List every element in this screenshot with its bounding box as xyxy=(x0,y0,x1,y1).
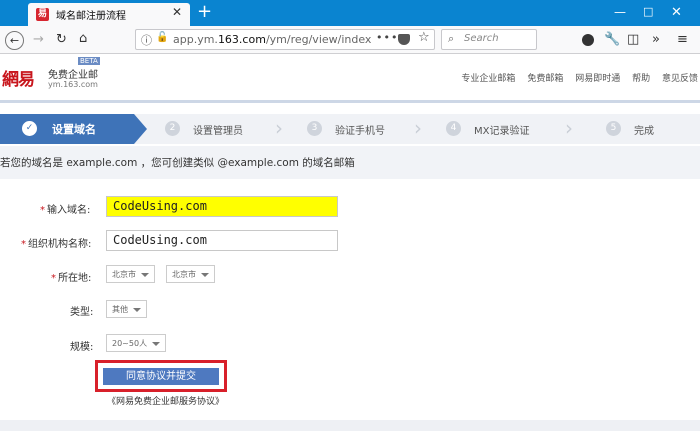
check-icon: ✓ xyxy=(22,121,37,136)
caret-down-icon xyxy=(152,341,161,346)
province-select[interactable]: 北京市 xyxy=(106,265,155,283)
sidebar-icon[interactable]: ◫ xyxy=(627,32,639,48)
step-number: 3 xyxy=(307,121,322,136)
step-label: 设置域名 xyxy=(52,123,96,136)
caret-down-icon xyxy=(141,272,149,277)
browser-tab[interactable]: 易 域名邮注册流程 ✕ xyxy=(28,3,190,26)
step-number: 4 xyxy=(446,121,461,136)
service-agreement-link[interactable]: 《网易免费企业邮服务协议》 xyxy=(107,394,224,407)
back-arrow-icon[interactable]: ← xyxy=(5,31,24,50)
location-label: * 所在地: xyxy=(51,273,92,284)
chevron-right-icon: › xyxy=(565,116,573,140)
chevron-right-icon: › xyxy=(414,116,422,140)
header-links: 专业企业邮箱 免费邮箱 网易即时通 帮助 意见反馈 xyxy=(452,71,698,84)
domain-label: * 输入域名: xyxy=(40,205,91,216)
url-text[interactable]: app.ym.163.com/ym/reg/view/index xyxy=(173,33,371,46)
forward-arrow-icon[interactable]: → xyxy=(33,32,44,48)
insecure-lock-icon[interactable]: 🔓 xyxy=(156,32,168,43)
step-label: 验证手机号 xyxy=(335,126,385,137)
beta-badge: BETA xyxy=(78,57,100,65)
site-header: 網易 BETA 免费企业邮 ym.163.com 专业企业邮箱 免费邮箱 网易即… xyxy=(0,55,700,100)
address-bar[interactable]: ⓘ 🔓 app.ym.163.com/ym/reg/view/index •••… xyxy=(135,29,435,50)
netease-logo[interactable]: 網易 xyxy=(2,65,35,90)
step-set-domain: ✓ 设置域名 xyxy=(0,114,147,144)
page-actions-icon[interactable]: ••• xyxy=(376,31,398,44)
search-input[interactable]: ⌕ Search xyxy=(441,29,537,50)
type-select[interactable]: 其他 xyxy=(106,300,147,318)
home-icon[interactable]: ⌂ xyxy=(79,31,87,47)
overflow-icon[interactable]: » xyxy=(652,32,660,48)
caret-down-icon xyxy=(133,307,141,312)
close-window-icon[interactable]: ✕ xyxy=(671,5,682,20)
domain-form xyxy=(0,179,700,431)
caret-down-icon xyxy=(201,272,209,277)
header-link-pro-mail[interactable]: 专业企业邮箱 xyxy=(461,74,515,84)
header-link-free-mail[interactable]: 免费邮箱 xyxy=(527,74,563,84)
submit-highlight-box: 同意协议并提交 xyxy=(95,360,227,392)
search-icon: ⌕ xyxy=(448,32,455,45)
search-placeholder: Search xyxy=(464,33,499,44)
logo-domain: ym.163.com xyxy=(48,80,98,89)
org-name-input[interactable]: CodeUsing.com xyxy=(106,230,338,251)
progress-steps: ✓ 设置域名 2 设置管理员 › 3 验证手机号 › 4 MX记录验证 › 5 … xyxy=(0,114,700,144)
domain-notice: 若您的域名是 example.com ，您可创建类似 @example.com … xyxy=(0,157,355,169)
tools-icon[interactable]: 🔧 xyxy=(604,32,620,48)
header-link-feedback[interactable]: 意见反馈 xyxy=(662,74,698,84)
size-label: 规模: xyxy=(70,342,94,353)
menu-icon[interactable]: ≡ xyxy=(677,32,688,48)
close-tab-icon[interactable]: ✕ xyxy=(172,5,182,19)
step-label: 设置管理员 xyxy=(193,126,243,137)
city-select[interactable]: 北京市 xyxy=(166,265,215,283)
maximize-window-icon[interactable]: □ xyxy=(643,5,653,18)
size-select[interactable]: 20~50人 xyxy=(106,334,167,352)
extension-icon[interactable] xyxy=(582,34,594,46)
bookmark-star-icon[interactable]: ☆ xyxy=(418,30,430,45)
minimize-window-icon[interactable]: — xyxy=(614,5,626,19)
header-link-popo[interactable]: 网易即时通 xyxy=(575,74,620,84)
step-label: 完成 xyxy=(634,126,654,137)
logo-subtitle: 免费企业邮 xyxy=(48,70,98,81)
chevron-right-icon: › xyxy=(275,116,283,140)
reload-icon[interactable]: ↻ xyxy=(56,32,67,48)
info-icon[interactable]: ⓘ xyxy=(141,32,152,48)
header-divider xyxy=(0,100,700,103)
netease-favicon-icon: 易 xyxy=(36,8,49,21)
type-label: 类型: xyxy=(70,307,94,318)
step-number: 5 xyxy=(606,121,621,136)
step-label: MX记录验证 xyxy=(474,126,530,137)
step-number: 2 xyxy=(165,121,180,136)
browser-navigation-bar: ← → ↻ ⌂ ⓘ 🔓 app.ym.163.com/ym/reg/view/i… xyxy=(0,26,700,54)
new-tab-icon[interactable]: + xyxy=(197,1,212,23)
tab-title: 域名邮注册流程 xyxy=(56,11,126,22)
pocket-icon[interactable] xyxy=(398,34,410,45)
header-link-help[interactable]: 帮助 xyxy=(632,74,650,84)
domain-input[interactable]: CodeUsing.com xyxy=(106,196,338,217)
agree-submit-button[interactable]: 同意协议并提交 xyxy=(103,368,219,385)
org-label: * 组织机构名称: xyxy=(21,239,92,250)
page-footer-strip xyxy=(0,420,700,431)
browser-tab-bar: 易 域名邮注册流程 ✕ + — □ ✕ xyxy=(0,0,700,26)
